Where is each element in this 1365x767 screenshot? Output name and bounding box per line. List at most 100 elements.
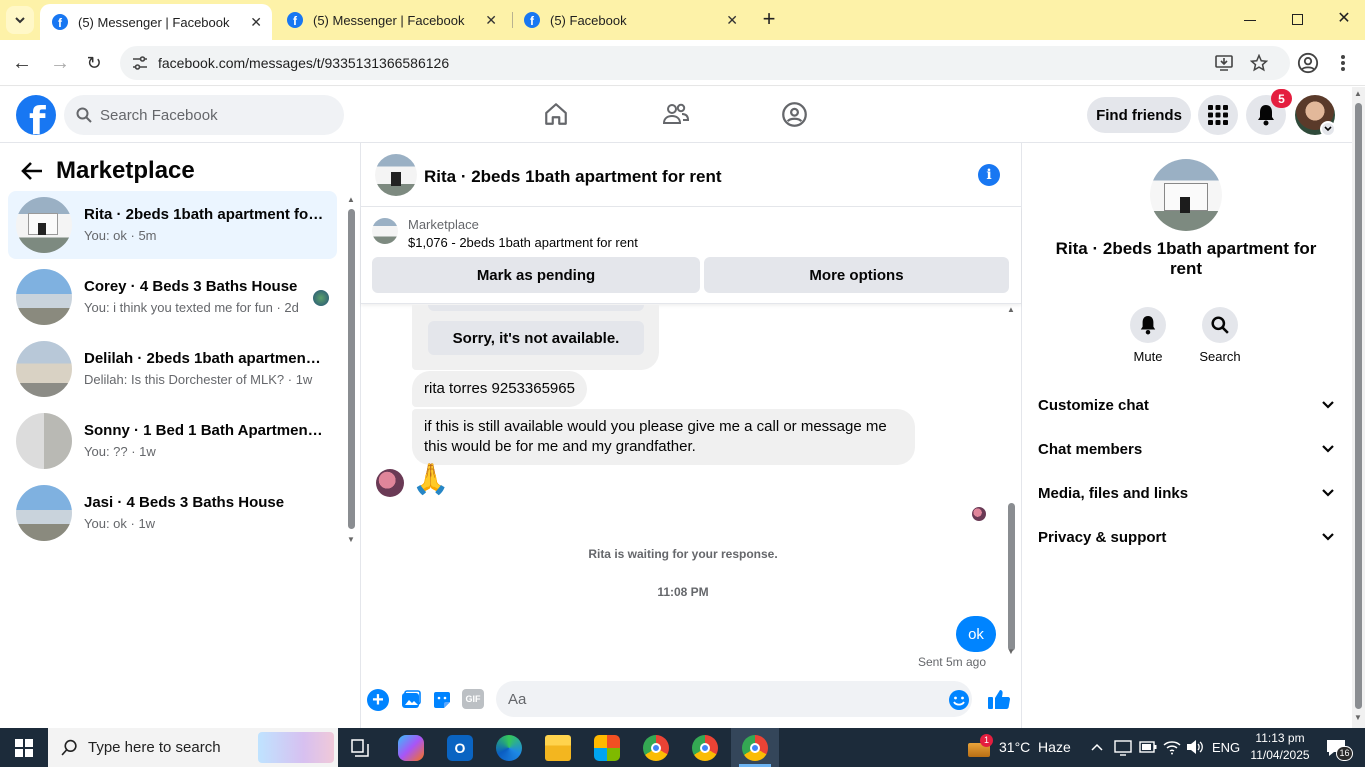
search-highlight-image: [258, 732, 334, 763]
forward-button[interactable]: →: [48, 52, 72, 74]
profile-icon[interactable]: [1297, 52, 1319, 74]
minimize-button[interactable]: [1238, 10, 1262, 30]
install-app-icon[interactable]: [1215, 55, 1233, 71]
gif-button[interactable]: GIF: [462, 689, 484, 709]
tab-search-dropdown[interactable]: [6, 6, 34, 34]
message-bubble[interactable]: if this is still available would you ple…: [412, 409, 915, 465]
conversation-list-panel: Marketplace Rita · 2beds 1bath apartment…: [0, 143, 361, 728]
conversation-snippet: You: ok · 5m: [84, 228, 157, 243]
close-window-button[interactable]: ✕: [1332, 8, 1356, 32]
mute-button[interactable]: [1130, 307, 1166, 343]
chrome-profile-app-icon[interactable]: [692, 735, 718, 761]
sender-avatar[interactable]: [376, 469, 404, 497]
wifi-icon[interactable]: [1162, 739, 1182, 755]
chrome-app-icon[interactable]: [643, 735, 669, 761]
message-bubble[interactable]: rita torres 9253365965: [412, 371, 587, 407]
thumbs-up-icon[interactable]: [987, 687, 1011, 711]
section-label: Chat members: [1038, 440, 1143, 458]
chat-title[interactable]: Rita · 2beds 1bath apartment for rent: [424, 167, 722, 187]
facebook-logo[interactable]: f: [16, 95, 56, 135]
close-tab-icon[interactable]: ✕: [726, 12, 738, 29]
back-arrow-icon[interactable]: [20, 161, 44, 181]
restore-button[interactable]: [1285, 10, 1309, 30]
outlook-app-icon[interactable]: O: [447, 735, 473, 761]
privacy-support-section[interactable]: Privacy & support: [1038, 526, 1334, 548]
bookmark-star-icon[interactable]: [1250, 54, 1268, 72]
sticker-icon[interactable]: [431, 689, 453, 711]
browser-menu-icon[interactable]: [1338, 53, 1348, 73]
home-icon[interactable]: [543, 101, 569, 127]
listing-thumbnail: [16, 269, 72, 325]
conversation-item-delilah[interactable]: Delilah · 2beds 1bath apartment for rent…: [8, 335, 337, 403]
message-input[interactable]: Aa: [496, 681, 972, 717]
browser-tab-2[interactable]: f (5) Messenger | Facebook ✕: [275, 0, 507, 40]
emoji-picker-icon[interactable]: [948, 689, 970, 711]
store-app-icon[interactable]: [594, 735, 620, 761]
emoji-message[interactable]: 🙏: [412, 463, 449, 497]
photo-attach-icon[interactable]: [400, 689, 422, 711]
more-options-button[interactable]: More options: [704, 257, 1009, 293]
account-chevron[interactable]: [1320, 121, 1336, 137]
conversation-item-jasi[interactable]: Jasi · 4 Beds 3 Baths House You: ok · 1w: [8, 479, 337, 547]
search-label: Search: [1199, 349, 1241, 364]
conversation-item-corey[interactable]: Corey · 4 Beds 3 Baths House You: i thin…: [8, 263, 337, 331]
weather-text[interactable]: 31°C Haze: [999, 739, 1071, 755]
language-indicator[interactable]: ENG: [1212, 740, 1240, 755]
search-conversation-button[interactable]: [1202, 307, 1238, 343]
listing-thumbnail-small[interactable]: [372, 218, 398, 244]
clock-time[interactable]: 11:13 pm: [1244, 731, 1316, 745]
file-explorer-app-icon[interactable]: [545, 735, 571, 761]
clock-date[interactable]: 11/04/2025: [1244, 748, 1316, 762]
chat-avatar[interactable]: [375, 154, 417, 196]
notification-badge: 5: [1271, 89, 1292, 108]
task-view-icon[interactable]: [350, 738, 370, 758]
url-bar[interactable]: facebook.com/messages/t/9335131366586126: [120, 46, 1290, 80]
windows-start-icon[interactable]: [15, 739, 33, 757]
conversation-info-button[interactable]: i: [978, 164, 1000, 186]
close-tab-icon[interactable]: ✕: [485, 12, 497, 29]
chat-members-section[interactable]: Chat members: [1038, 438, 1334, 460]
friends-icon[interactable]: [662, 101, 690, 127]
display-icon[interactable]: [1114, 740, 1132, 756]
close-tab-icon[interactable]: ✕: [250, 14, 262, 31]
taskbar-search-placeholder: Type here to search: [88, 739, 221, 756]
taskbar-search-box[interactable]: Type here to search: [48, 728, 338, 767]
message-list: Sorry, it's not available. rita torres 9…: [361, 305, 1021, 677]
groups-icon[interactable]: [781, 101, 808, 128]
media-files-links-section[interactable]: Media, files and links: [1038, 482, 1334, 504]
volume-icon[interactable]: [1186, 739, 1204, 755]
customize-chat-section[interactable]: Customize chat: [1038, 394, 1334, 416]
list-scrollbar[interactable]: ▲ ▼: [347, 195, 355, 545]
find-friends-button[interactable]: Find friends: [1087, 97, 1191, 133]
message-scrollbar[interactable]: ▲ ▼: [1006, 305, 1016, 657]
listing-detail[interactable]: $1,076 - 2beds 1bath apartment for rent: [408, 235, 638, 250]
battery-icon[interactable]: [1139, 741, 1157, 753]
page-scrollbar[interactable]: ▲ ▼: [1352, 87, 1365, 728]
copilot-app-icon[interactable]: [398, 735, 424, 761]
conversation-details-panel: Rita · 2beds 1bath apartment for rent Mu…: [1022, 143, 1352, 728]
tab-title: (5) Facebook: [550, 12, 627, 28]
facebook-search-input[interactable]: Search Facebook: [64, 95, 344, 135]
edge-app-icon[interactable]: [496, 735, 522, 761]
back-button[interactable]: ←: [10, 52, 34, 74]
browser-tab-1[interactable]: f (5) Messenger | Facebook ✕: [40, 4, 272, 40]
browser-tab-bar: f (5) Messenger | Facebook ✕ f (5) Messe…: [0, 0, 1365, 40]
mark-as-pending-button[interactable]: Mark as pending: [372, 257, 700, 293]
details-avatar[interactable]: [1150, 159, 1222, 231]
menu-button[interactable]: [1198, 95, 1238, 135]
active-app-highlight[interactable]: [731, 728, 779, 767]
conversation-name: Jasi · 4 Beds 3 Baths House: [84, 494, 285, 511]
message-composer: + GIF Aa: [361, 677, 1021, 728]
conversation-item-sonny[interactable]: Sonny · 1 Bed 1 Bath Apartment/Unit You:…: [8, 407, 337, 475]
more-actions-button[interactable]: +: [367, 689, 389, 711]
browser-tab-3[interactable]: f (5) Facebook ✕: [512, 0, 748, 40]
quick-reply-card[interactable]: Sorry, it's not available.: [428, 321, 644, 355]
reload-button[interactable]: ↻: [82, 52, 106, 74]
my-message-bubble[interactable]: ok: [956, 616, 996, 652]
seen-avatar: [313, 290, 329, 306]
chevron-up-icon[interactable]: [1091, 742, 1103, 752]
site-settings-icon[interactable]: [132, 56, 148, 70]
new-tab-button[interactable]: +: [758, 8, 780, 32]
conversation-name: Rita · 2beds 1bath apartment for rent: [84, 206, 324, 223]
conversation-item-rita[interactable]: Rita · 2beds 1bath apartment for rent Yo…: [8, 191, 337, 259]
